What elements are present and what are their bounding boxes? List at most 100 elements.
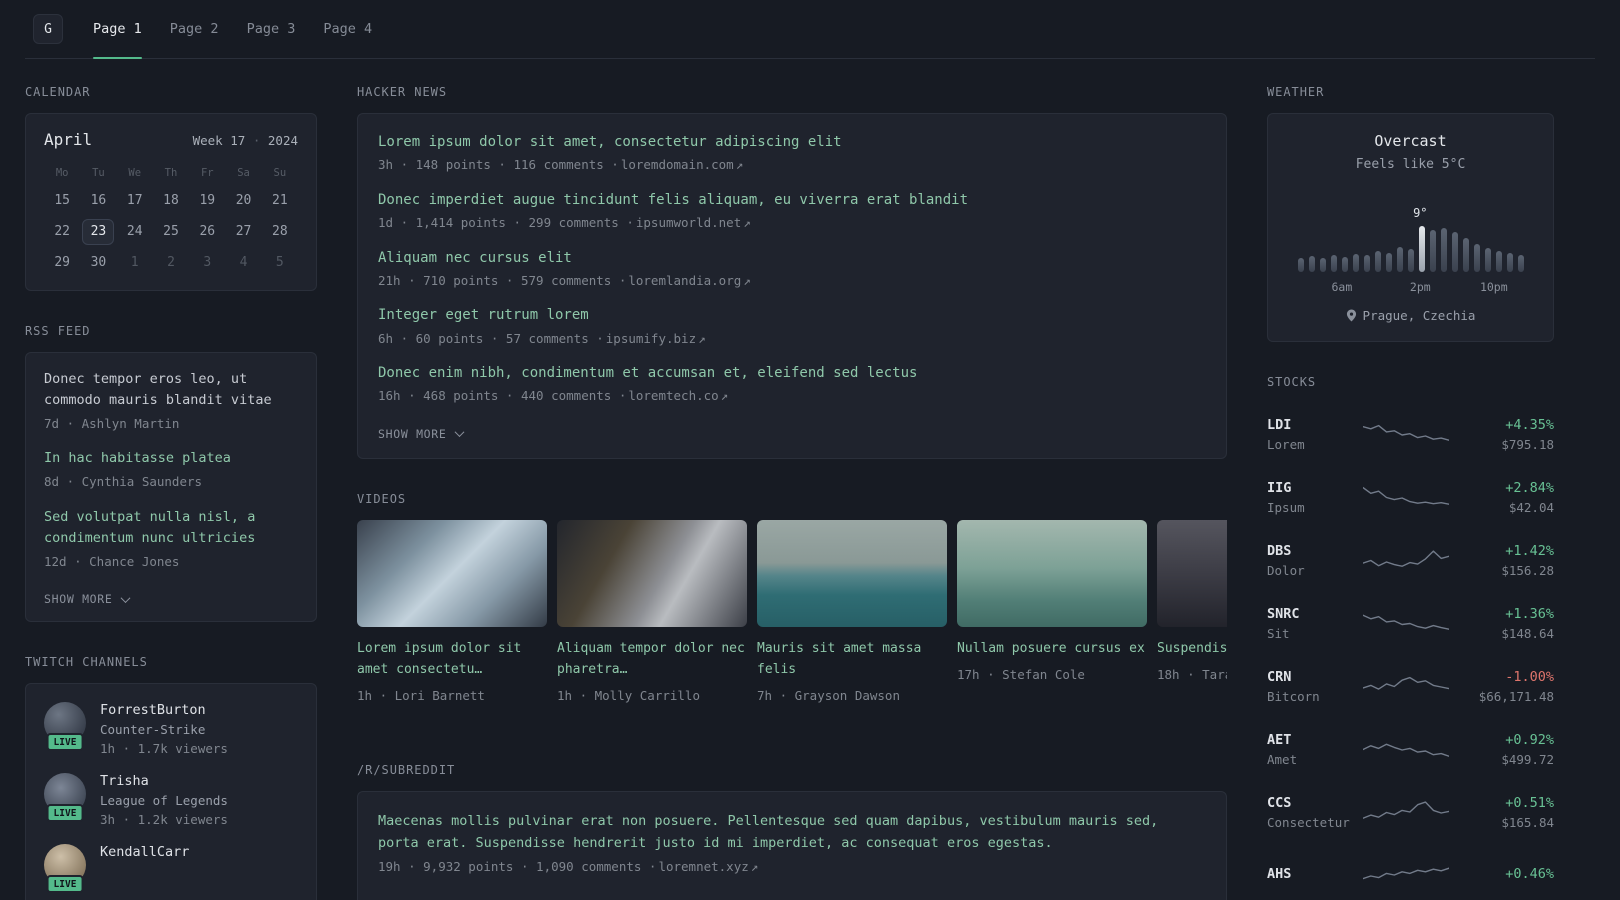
twitch-channel-name[interactable]: KendallCarr — [100, 844, 189, 860]
weather-chart: 9° — [1288, 184, 1533, 272]
twitch-game: Counter-Strike — [100, 722, 206, 738]
live-badge: LIVE — [46, 804, 84, 823]
weekday-cell: Tu — [92, 167, 105, 179]
stock-sparkline — [1363, 613, 1449, 630]
hackernews-item-title[interactable]: Donec imperdiet augue tincidunt felis al… — [378, 190, 1206, 210]
video-card[interactable]: Suspendisse diam 18h · Tara — [1157, 519, 1227, 703]
external-link-icon: ↗ — [743, 215, 751, 231]
video-thumbnail[interactable] — [757, 519, 947, 627]
video-card[interactable]: Lorem ipsum dolor sit amet consectetu… 1… — [357, 519, 547, 703]
dashboard: G Page 1 Page 2 Page 3 Page 4 CALENDAR A… — [0, 0, 1620, 900]
video-thumbnail[interactable] — [557, 519, 747, 627]
hackernews-item-title[interactable]: Donec enim nibh, condimentum et accumsan… — [378, 363, 1206, 383]
calendar-day: 27 — [235, 224, 252, 239]
hackernews-meta-text: 16h · 468 points · 440 comments · — [378, 388, 627, 404]
hackernews-item-meta: 1d · 1,414 points · 299 comments · ipsumw… — [378, 214, 1206, 232]
stock-name: Lorem — [1267, 437, 1305, 452]
rss-item-meta: 7d · Ashlyn Martin — [44, 415, 180, 431]
twitch-channel-name[interactable]: ForrestBurton — [100, 702, 228, 718]
stock-id: AET Amet — [1267, 732, 1363, 767]
app-logo[interactable]: G — [33, 14, 63, 44]
hackernews-domain-link[interactable]: loremlandia.org — [628, 273, 741, 288]
video-meta: 18h · Tara — [1157, 666, 1227, 682]
rss-item-title[interactable]: Sed volutpat nulla nisl, a condimentum n… — [44, 507, 298, 549]
video-card[interactable]: Aliquam tempor dolor nec pharetra… 1h · … — [557, 519, 747, 703]
hackernews-domain-link[interactable]: loremtech.co — [628, 388, 718, 403]
show-more-label: SHOW MORE — [44, 592, 113, 607]
stock-row: CCS Consectetur +0.51% $165.84 — [1267, 781, 1554, 844]
stock-row: AET Amet +0.92% $499.72 — [1267, 718, 1554, 781]
page-tab[interactable]: Page 4 — [323, 0, 372, 58]
stock-values: +1.36% $148.64 — [1501, 606, 1554, 641]
stock-change: +0.51% — [1505, 795, 1554, 811]
subreddit-post-title[interactable]: Maecenas mollis pulvinar erat non posuer… — [378, 810, 1206, 855]
weather-bar — [1506, 253, 1513, 272]
twitch-channel-info: KendallCarr — [100, 844, 189, 864]
hackernews-card: Lorem ipsum dolor sit amet, consectetur … — [357, 113, 1227, 459]
video-thumbnail[interactable] — [1157, 519, 1227, 627]
calendar-month: April — [44, 130, 93, 149]
page-tab[interactable]: Page 3 — [247, 0, 296, 58]
stock-values: -1.00% $66,171.48 — [1479, 669, 1554, 704]
subreddit-meta-text: 19h · 9,932 points · 1,090 comments · — [378, 859, 657, 875]
hackernews-item-title[interactable]: Integer eget rutrum lorem — [378, 305, 1206, 325]
hackernews-domain-link[interactable]: ipsumify.biz — [606, 331, 696, 346]
video-title[interactable]: Suspendisse diam — [1157, 639, 1227, 660]
show-more-button[interactable]: SHOW MORE — [44, 592, 130, 607]
hackernews-domain-link[interactable]: loremdomain.com — [621, 157, 734, 172]
external-link-icon: ↗ — [743, 272, 751, 288]
stock-price: $165.84 — [1501, 815, 1554, 830]
calendar-day: 1 — [130, 255, 139, 270]
twitch-channel-info: Trisha League of Legends 3h · 1.2k viewe… — [100, 773, 228, 827]
calendar-day: 5 — [275, 255, 284, 270]
hackernews-item-title[interactable]: Lorem ipsum dolor sit amet, consectetur … — [378, 132, 1206, 152]
stock-sparkline — [1363, 549, 1449, 567]
hackernews-item-title[interactable]: Aliquam nec cursus elit — [378, 248, 1206, 268]
subreddit-widget: /R/SUBREDDIT Maecenas mollis pulvinar er… — [357, 763, 1227, 900]
weather-bar — [1473, 244, 1480, 272]
stocks-section-title: STOCKS — [1267, 375, 1317, 389]
twitch-channel[interactable]: LIVE ForrestBurton Counter-Strike 1h · 1… — [44, 702, 298, 756]
external-link-icon: ↗ — [720, 388, 729, 404]
hackernews-meta-text: 21h · 710 points · 579 comments · — [378, 272, 627, 288]
page-tab[interactable]: Page 1 — [93, 0, 142, 59]
video-card[interactable]: Nullam posuere cursus ex 17h · Stefan Co… — [957, 519, 1147, 703]
twitch-meta: 1h · 1.7k viewers — [100, 741, 228, 757]
rss-item-title[interactable]: Donec tempor eros leo, ut commodo mauris… — [44, 369, 298, 411]
weather-bar — [1396, 247, 1403, 272]
hackernews-item: Donec enim nibh, condimentum et accumsan… — [378, 363, 1206, 405]
video-title[interactable]: Nullam posuere cursus ex — [957, 639, 1147, 660]
stock-ticker: CRN — [1267, 669, 1292, 685]
subreddit-domain-link[interactable]: loremnet.xyz — [658, 859, 748, 874]
content: CALENDAR April Week 17 · 2024 Mo Tu We Th Fr… — [0, 59, 1620, 900]
twitch-channel[interactable]: LIVE Trisha League of Legends 3h · 1.2k … — [44, 773, 298, 827]
video-title[interactable]: Lorem ipsum dolor sit amet consectetu… — [357, 639, 547, 681]
stock-change: +4.35% — [1505, 417, 1554, 433]
calendar-day: 19 — [199, 193, 216, 208]
hackernews-domain-link[interactable]: ipsumworld.net — [636, 215, 741, 230]
video-thumbnail[interactable] — [957, 519, 1147, 627]
hackernews-list: Lorem ipsum dolor sit amet, consectetur … — [378, 132, 1206, 405]
page-tab[interactable]: Page 2 — [170, 0, 219, 58]
rss-item-title[interactable]: In hac habitasse platea — [44, 448, 298, 469]
calendar-days-grid: 15 16 17 18 19 20 21 22 23 24 25 26 27 28 29 30 1 2 3 4 5 — [44, 185, 298, 278]
stock-change: -1.00% — [1505, 669, 1554, 685]
weather-bar — [1517, 255, 1524, 272]
stock-price: $499.72 — [1501, 752, 1554, 767]
twitch-avatar: LIVE — [44, 773, 86, 823]
stock-row: SNRC Sit +1.36% $148.64 — [1267, 592, 1554, 655]
twitch-channel[interactable]: LIVE KendallCarr — [44, 844, 298, 894]
stock-change: +2.84% — [1505, 480, 1554, 496]
stock-sparkline — [1363, 424, 1449, 441]
stock-price: $795.18 — [1501, 437, 1554, 452]
stock-sparkline — [1363, 800, 1449, 819]
twitch-channel-name[interactable]: Trisha — [100, 773, 228, 789]
video-title[interactable]: Aliquam tempor dolor nec pharetra… — [557, 639, 747, 681]
video-thumbnail[interactable] — [357, 519, 547, 627]
stock-ticker: AHS — [1267, 865, 1292, 882]
hackernews-section-title: HACKER NEWS — [357, 85, 448, 99]
video-card[interactable]: Mauris sit amet massa felis 7h · Grayson… — [757, 519, 947, 703]
rss-widget: RSS FEED Donec tempor eros leo, ut commo… — [25, 324, 317, 623]
show-more-button[interactable]: SHOW MORE — [378, 427, 464, 441]
video-title[interactable]: Mauris sit amet massa felis — [757, 639, 947, 681]
